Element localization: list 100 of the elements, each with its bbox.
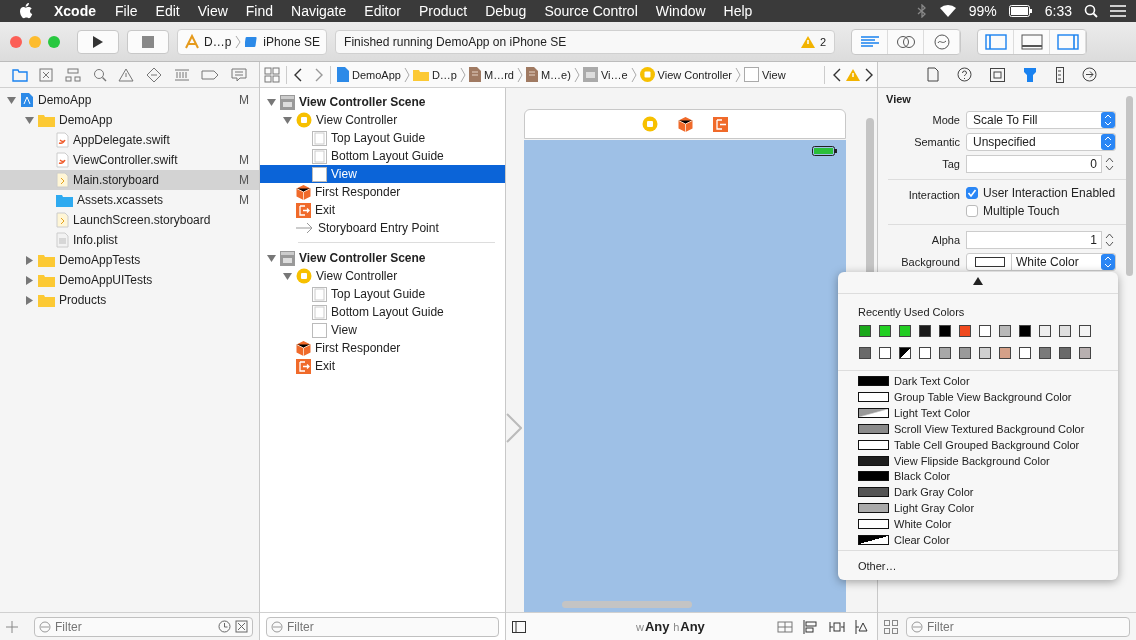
stepper[interactable] — [1105, 156, 1114, 172]
cube-icon[interactable] — [678, 116, 693, 132]
color-swatch[interactable] — [1039, 346, 1051, 359]
breadcrumb-item[interactable]: DemoApp — [337, 67, 401, 82]
file-tree-row[interactable]: DemoAppUITests — [0, 270, 259, 290]
outline-row[interactable]: View — [260, 321, 505, 339]
color-swatch[interactable] — [999, 324, 1011, 337]
file-tree-row[interactable]: Products — [0, 290, 259, 310]
file-tree-row[interactable]: ViewController.swift M — [0, 150, 259, 170]
popup-button[interactable]: Unspecified — [966, 133, 1116, 151]
folder-icon[interactable] — [11, 67, 28, 82]
filter-input[interactable]: Filter — [927, 619, 1125, 634]
outline-row[interactable]: Exit — [260, 357, 505, 375]
pin-icon[interactable] — [829, 619, 845, 634]
other-color-option[interactable]: Other… — [838, 553, 1118, 577]
color-swatch[interactable] — [899, 346, 911, 359]
wifi-icon[interactable] — [938, 4, 957, 18]
panel-toggle-control[interactable] — [977, 28, 1088, 55]
back-icon[interactable] — [293, 67, 303, 82]
menu-item[interactable]: Xcode — [54, 3, 96, 19]
outline-row[interactable]: Bottom Layout Guide — [260, 303, 505, 321]
apple-icon[interactable] — [20, 3, 34, 19]
file-tree-row[interactable]: AppDelegate.swift — [0, 130, 259, 150]
menu-item[interactable]: File — [115, 3, 138, 19]
disclosure-triangle-icon[interactable] — [24, 295, 34, 305]
breadcrumb-item[interactable]: Vi…e — [582, 67, 628, 82]
color-option[interactable]: Dark Gray Color — [838, 484, 1118, 501]
menu-item[interactable]: Help — [723, 3, 753, 19]
exit-icon[interactable] — [713, 116, 728, 132]
color-option[interactable]: Light Gray Color — [838, 500, 1118, 517]
menu-item[interactable]: Source Control — [544, 3, 638, 19]
color-swatch[interactable] — [979, 324, 991, 337]
disclosure-triangle-icon[interactable] — [282, 115, 292, 125]
editor-mode-control[interactable] — [851, 28, 962, 55]
outline-row[interactable]: First Responder — [260, 183, 505, 201]
file-tree-row[interactable]: Main.storyboard M — [0, 170, 259, 190]
menu-item[interactable]: View — [197, 3, 228, 19]
menu-item[interactable]: Navigate — [291, 3, 347, 19]
scene-row[interactable]: View Controller Scene — [260, 93, 505, 111]
file-tree-row[interactable]: DemoApp — [0, 110, 259, 130]
recent-files-icon[interactable] — [218, 620, 231, 633]
filter-field[interactable]: Filter — [906, 616, 1130, 637]
color-swatch[interactable] — [919, 346, 931, 359]
color-swatch[interactable] — [1079, 324, 1091, 337]
breadcrumb-item[interactable]: View — [744, 67, 786, 82]
file-tree-row[interactable]: DemoAppTests — [0, 250, 259, 270]
color-option[interactable]: Dark Text Color — [838, 372, 1118, 389]
color-option[interactable]: Black Color — [838, 468, 1118, 485]
filter-input[interactable]: Filter — [287, 619, 494, 634]
report-icon[interactable] — [231, 67, 248, 82]
outline-row[interactable]: Storyboard Entry Point — [260, 219, 505, 237]
color-option[interactable]: White Color — [838, 516, 1118, 533]
outline-row[interactable]: Exit — [260, 201, 505, 219]
color-swatch[interactable] — [859, 324, 871, 337]
color-option[interactable]: Table Cell Grouped Background Color — [838, 436, 1118, 453]
bluetooth-icon[interactable] — [916, 4, 927, 18]
outline-row[interactable]: Bottom Layout Guide — [260, 147, 505, 165]
color-option[interactable]: View Flipside Background Color — [838, 452, 1118, 469]
disclosure-triangle-icon[interactable] — [24, 275, 34, 285]
stepper[interactable] — [1105, 232, 1114, 248]
color-swatch[interactable] — [879, 346, 891, 359]
color-option[interactable]: Light Text Color — [838, 404, 1118, 421]
menu-item[interactable]: Product — [418, 3, 468, 19]
popup-button[interactable]: Scale To Fill — [966, 111, 1116, 129]
color-swatch[interactable] — [959, 324, 971, 337]
scrollbar[interactable] — [1126, 96, 1133, 276]
stop-button[interactable] — [127, 29, 169, 54]
outline-row[interactable]: View Controller — [260, 267, 505, 285]
color-option[interactable]: Scroll View Textured Background Color — [838, 420, 1118, 437]
run-button[interactable] — [77, 29, 119, 54]
color-popup-button[interactable]: White Color — [966, 253, 1116, 271]
color-swatch[interactable] — [1019, 346, 1031, 359]
filter-input[interactable]: Filter — [55, 619, 214, 634]
document-outline-toggle-icon[interactable] — [512, 620, 526, 633]
checkbox[interactable]: User Interaction Enabled — [966, 186, 1116, 200]
number-field[interactable]: 0 — [966, 155, 1102, 173]
disclosure-triangle-icon[interactable] — [282, 271, 292, 281]
size-class-control[interactable]: wAny hAny — [636, 619, 705, 634]
file-tree-row[interactable]: LaunchScreen.storyboard — [0, 210, 259, 230]
color-swatch[interactable] — [999, 346, 1011, 359]
breadcrumb-item[interactable]: M…e) — [525, 67, 571, 82]
filter-field[interactable]: Filter — [266, 616, 499, 637]
disclosure-triangle-icon[interactable] — [266, 253, 276, 263]
resolve-icon[interactable] — [855, 619, 871, 634]
color-swatch[interactable] — [1059, 324, 1071, 337]
search-icon[interactable] — [1084, 4, 1098, 18]
disclosure-triangle-icon[interactable] — [24, 255, 34, 265]
forward-icon[interactable] — [314, 67, 324, 82]
menu-icon[interactable] — [1110, 5, 1126, 17]
disclosure-triangle-icon[interactable] — [6, 95, 16, 105]
next-issue-icon[interactable] — [865, 67, 873, 82]
check-box[interactable] — [966, 205, 978, 217]
battery-icon[interactable] — [1008, 5, 1033, 17]
attributes-inspector-icon[interactable] — [1022, 66, 1039, 83]
symbol-navigator-icon[interactable] — [39, 67, 54, 82]
checkbox[interactable]: Multiple Touch — [966, 204, 1116, 218]
outline-row[interactable]: Top Layout Guide — [260, 285, 505, 303]
breadcrumb-item[interactable]: M…rd — [469, 67, 514, 82]
disclosure-triangle-icon[interactable] — [24, 115, 34, 125]
file-inspector-icon[interactable] — [926, 67, 939, 82]
